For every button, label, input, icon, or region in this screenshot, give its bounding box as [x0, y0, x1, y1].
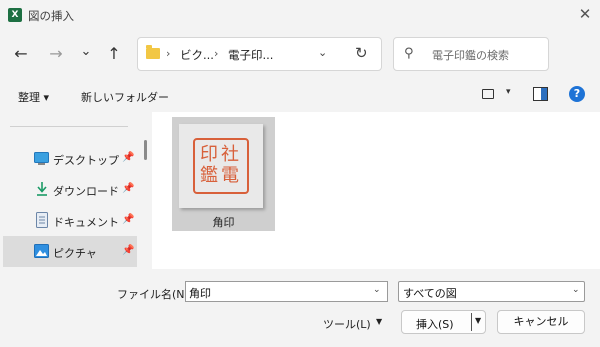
sidebar-item-label: ドキュメント [53, 216, 119, 229]
recent-locations-chevron-icon[interactable]: ⌄ [74, 40, 98, 64]
pin-icon[interactable]: 📌 [122, 245, 134, 256]
search-placeholder: 電子印鑑の検索 [432, 49, 509, 62]
filetype-value: すべての図 [403, 287, 457, 300]
view-mode-icon[interactable] [482, 89, 494, 99]
filename-input[interactable] [185, 281, 388, 302]
excel-app-icon: X [8, 8, 22, 22]
close-icon[interactable]: ✕ [576, 5, 594, 23]
document-icon [36, 212, 48, 228]
search-icon: ⚲ [404, 46, 414, 61]
filename-value: 角印 [189, 287, 211, 300]
sidebar-item-label: デスクトップ [53, 154, 119, 167]
sidebar-scrollbar[interactable] [144, 140, 147, 160]
seal-stamp-lettering: 印社 鑑電 [200, 144, 242, 186]
tools-menu-button[interactable]: ツール(L) [323, 316, 371, 332]
sidebar-item-desktop[interactable]: デスクトップ 📌 [3, 143, 137, 174]
pin-icon[interactable]: 📌 [122, 214, 134, 225]
filename-label: ファイル名(N): [117, 288, 193, 301]
sidebar-item-pictures[interactable]: ピクチャ 📌 [3, 236, 137, 267]
filetype-dropdown-icon[interactable]: ⌄ [572, 285, 580, 295]
help-icon[interactable]: ? [569, 86, 585, 102]
insert-button-label: 挿入(S) [416, 318, 454, 331]
breadcrumb-separator: › [214, 47, 219, 60]
address-dropdown-icon[interactable]: ⌄ [318, 46, 327, 59]
preview-pane-icon[interactable] [533, 87, 548, 101]
window-title: 図の挿入 [28, 9, 74, 23]
cancel-button[interactable]: キャンセル [497, 310, 585, 334]
file-name-label: 角印 [212, 216, 235, 229]
sidebar-item-downloads[interactable]: ダウンロード 📌 [3, 174, 137, 205]
sidebar-item-label: ダウンロード [53, 185, 119, 198]
pin-icon[interactable]: 📌 [122, 152, 134, 163]
new-folder-button[interactable]: 新しいフォルダー [81, 89, 169, 105]
desktop-icon [34, 152, 49, 165]
pin-icon[interactable]: 📌 [122, 183, 134, 194]
forward-arrow-icon[interactable]: → [44, 42, 68, 66]
insert-split-divider [471, 313, 472, 331]
breadcrumb-item-pictures[interactable]: ビク... [180, 47, 214, 63]
pictures-icon [34, 244, 49, 258]
organize-button[interactable]: 整理 ▾ [18, 89, 49, 105]
sidebar-item-label: ピクチャ [53, 247, 97, 260]
insert-dropdown-icon[interactable]: ▼ [475, 316, 481, 325]
folder-icon [146, 45, 160, 59]
tools-dropdown-icon[interactable]: ▼ [376, 317, 382, 326]
breadcrumb-item-folder[interactable]: 電子印... [228, 47, 273, 63]
sidebar-divider [10, 126, 128, 127]
back-arrow-icon[interactable]: ← [9, 42, 33, 66]
view-dropdown-icon[interactable]: ▾ [506, 87, 511, 97]
title-bar [0, 0, 600, 30]
breadcrumb-separator: › [166, 47, 171, 60]
download-icon [37, 182, 47, 196]
refresh-icon[interactable]: ↻ [355, 44, 368, 62]
sidebar-item-documents[interactable]: ドキュメント 📌 [3, 205, 137, 236]
filename-dropdown-icon[interactable]: ⌄ [373, 285, 381, 295]
up-arrow-icon[interactable]: ↑ [102, 42, 126, 66]
